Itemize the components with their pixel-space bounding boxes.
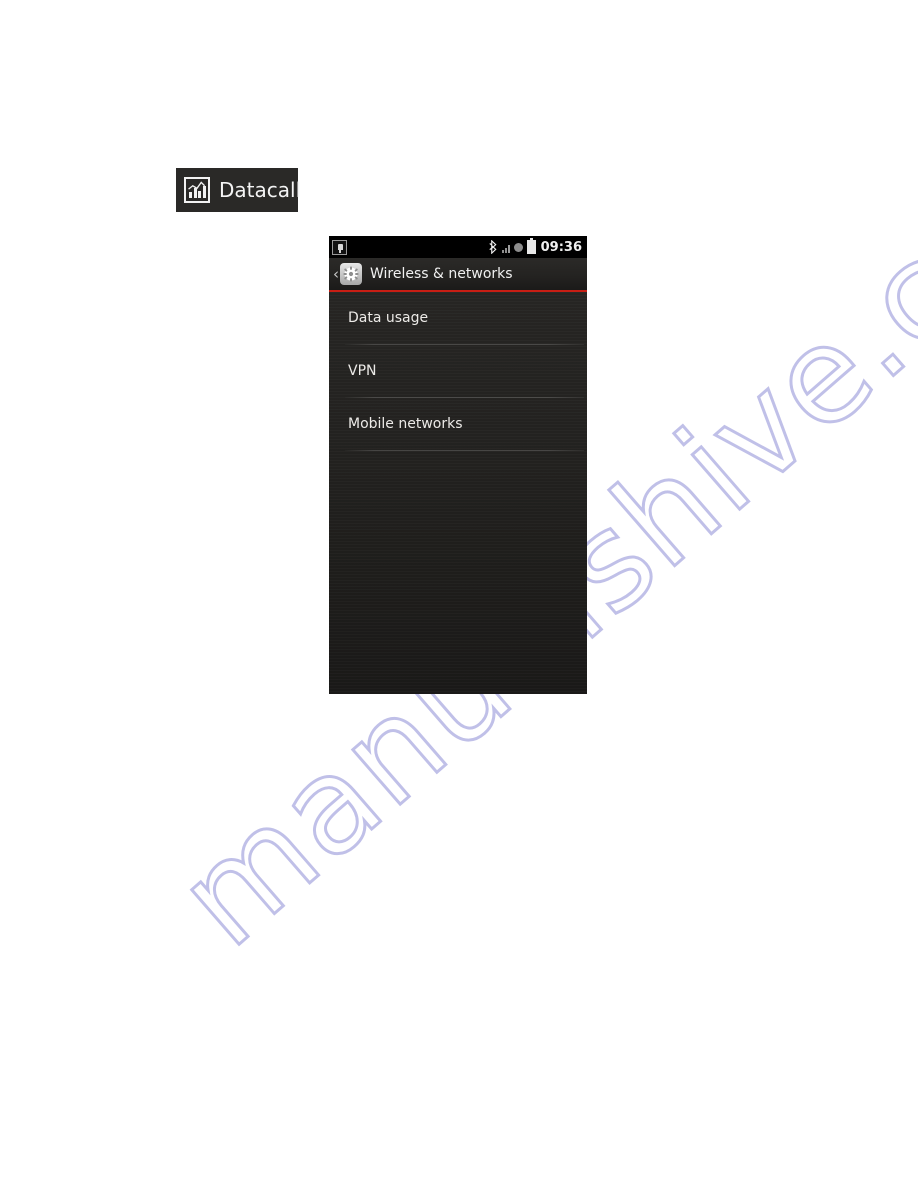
list-item-label: Data usage [348,310,429,326]
status-bar: 09:36 [329,236,587,258]
battery-icon [526,238,536,254]
status-bar-right: 09:36 [488,238,582,255]
list-divider [345,450,584,451]
settings-list: Data usage VPN Mobile networks [329,292,587,694]
datacall-label: Datacall [219,178,302,202]
back-chevron-icon[interactable]: ‹ [333,266,339,282]
list-item-label: Mobile networks [348,416,463,432]
datacall-caption-chip: Datacall [176,168,302,212]
page-title: Wireless & networks [370,266,513,282]
status-bar-left [332,239,347,255]
circle-indicator-icon [513,242,523,252]
usb-plug-icon [332,239,347,255]
phone-screenshot: 09:36 ‹ Wireless & networks Data usage V… [329,236,587,694]
list-item-mobile-networks[interactable]: Mobile networks [329,398,587,450]
list-item-vpn[interactable]: VPN [329,345,587,397]
settings-gear-icon[interactable] [340,263,362,285]
datacall-chart-icon [184,177,210,203]
list-item-label: VPN [348,363,377,379]
status-clock: 09:36 [540,239,582,255]
title-bar[interactable]: ‹ Wireless & networks [329,258,587,290]
list-item-data-usage[interactable]: Data usage [329,292,587,344]
bluetooth-icon [488,240,497,254]
signal-bars-icon [501,242,510,253]
